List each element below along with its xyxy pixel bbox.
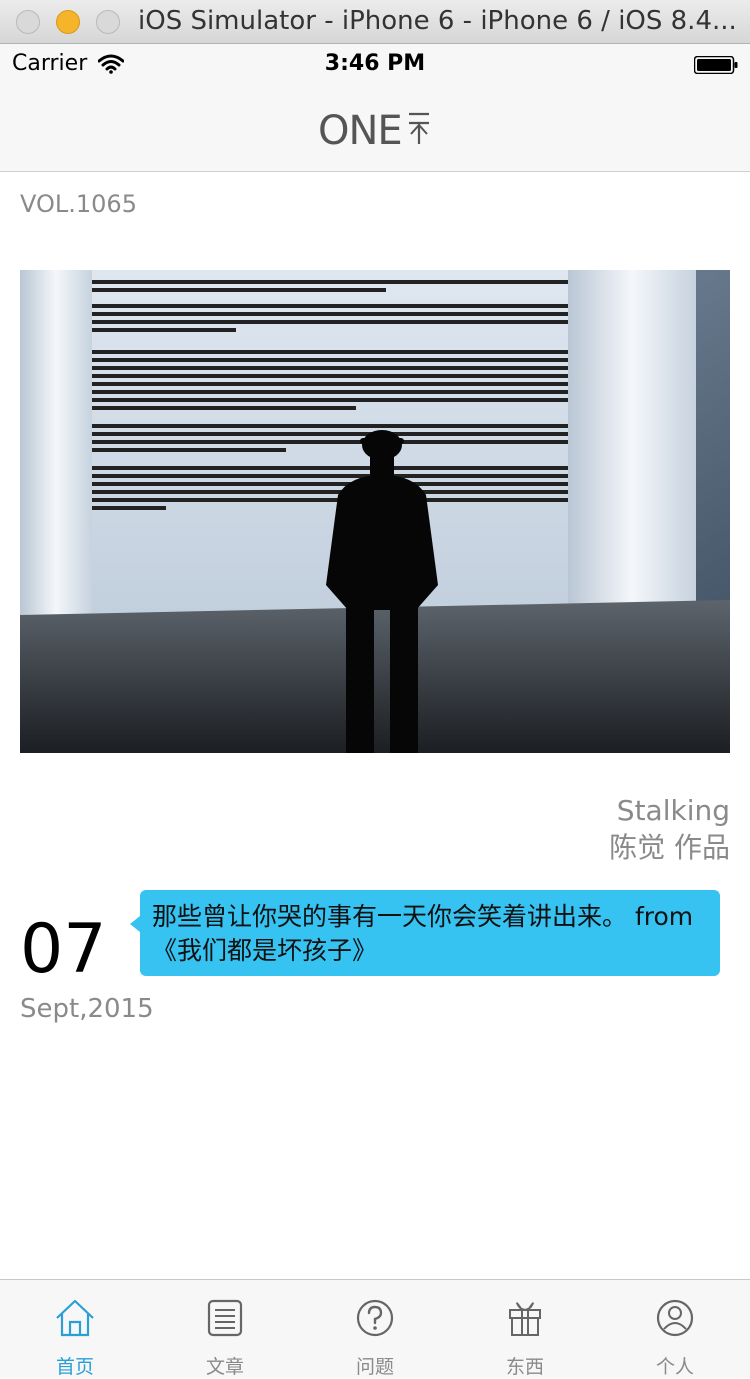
- gift-icon: [509, 1302, 541, 1336]
- tab-article[interactable]: 文章: [150, 1280, 300, 1378]
- status-bar: Carrier 3:46 PM: [0, 44, 750, 86]
- logo-text: ONE: [318, 108, 403, 154]
- tab-home-label: 首页: [55, 1356, 94, 1378]
- tab-home[interactable]: 首页: [0, 1280, 150, 1378]
- quote-text: 那些曾让你哭的事有一天你会笑着讲出来。 from 《我们都是坏孩子》: [152, 902, 694, 965]
- logo-mark-icon: [409, 112, 429, 144]
- tab-profile-label: 个人: [655, 1356, 694, 1378]
- home-icon: [56, 1299, 94, 1337]
- window-minimize-button[interactable]: [56, 10, 80, 34]
- tab-question[interactable]: 问题: [300, 1280, 450, 1378]
- quote-bubble[interactable]: 那些曾让你哭的事有一天你会笑着讲出来。 from 《我们都是坏孩子》: [130, 890, 720, 976]
- tab-things[interactable]: 东西: [450, 1280, 600, 1378]
- daily-photo[interactable]: [20, 270, 730, 753]
- tab-question-label: 问题: [355, 1356, 394, 1378]
- window-title: iOS Simulator - iPhone 6 - iPhone 6 / iO…: [138, 6, 737, 36]
- window-zoom-button[interactable]: [96, 10, 120, 34]
- status-time: 3:46 PM: [324, 51, 426, 76]
- battery-icon: [694, 56, 738, 74]
- tab-things-label: 东西: [505, 1356, 544, 1378]
- tab-bar: 首页 文章 问题 东西 个人: [0, 1279, 750, 1378]
- navigation-bar: ONE: [0, 86, 750, 172]
- photo-title: Stalking: [616, 794, 730, 827]
- simulator-window-titlebar: iOS Simulator - iPhone 6 - iPhone 6 / iO…: [0, 0, 750, 44]
- document-icon: [207, 1299, 243, 1337]
- question-icon: [356, 1299, 394, 1337]
- photo-author: 陈觉 作品: [609, 831, 730, 864]
- volume-label: VOL.1065: [20, 190, 137, 218]
- app-logo: ONE: [318, 108, 429, 154]
- tab-profile[interactable]: 个人: [600, 1280, 750, 1378]
- date-month-year: Sept,2015: [20, 994, 154, 1024]
- date-day: 07: [20, 910, 107, 989]
- person-icon: [656, 1299, 694, 1337]
- tab-article-label: 文章: [205, 1356, 244, 1378]
- window-close-button[interactable]: [16, 10, 40, 34]
